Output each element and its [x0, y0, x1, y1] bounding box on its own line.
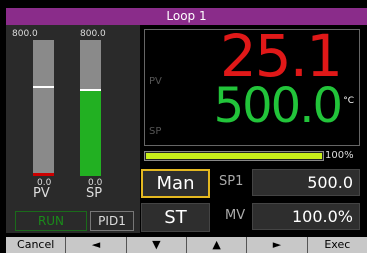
mv-value-field[interactable]: 100.0%: [252, 203, 360, 230]
pv-bargraph: [33, 40, 54, 176]
up-arrow-key[interactable]: ▲: [186, 237, 248, 253]
sp1-value-field[interactable]: 500.0: [252, 169, 360, 196]
function-key-bar: Cancel ◄ ▼ ▲ ► Exec: [6, 237, 367, 253]
sp-bar-fill: [80, 91, 101, 176]
sp-bargraph: [80, 40, 101, 176]
sp-value: 500.0: [213, 78, 343, 134]
cancel-key[interactable]: Cancel: [6, 237, 67, 253]
mode-manual-button[interactable]: Man: [141, 169, 210, 198]
sp-bar-max-label: 800.0: [80, 29, 106, 39]
exec-key[interactable]: Exec: [307, 237, 367, 253]
unit-label: °C: [343, 96, 354, 106]
value-display: PV 25.1 SP 500.0 °C: [144, 22, 360, 146]
pv-bar-fill: [33, 173, 54, 176]
pv-tag-label: PV: [149, 76, 162, 87]
pv-bar-background: [33, 40, 54, 176]
pid-indicator: PID1: [90, 211, 134, 231]
mv-output-bar: [144, 151, 324, 161]
sp-bar-marker: [80, 89, 101, 91]
mv-bar-percent-label: 100%: [325, 150, 354, 161]
down-arrow-key[interactable]: ▼: [126, 237, 187, 253]
run-status-indicator: RUN: [15, 211, 87, 231]
sp1-label: SP1: [219, 174, 244, 189]
pv-bar-max-label: 800.0: [12, 29, 38, 39]
sp-tag-label: SP: [149, 126, 162, 137]
left-arrow-key[interactable]: ◄: [66, 237, 127, 253]
mv-output-bar-fill: [146, 153, 322, 159]
mv-label: MV: [225, 208, 246, 223]
right-arrow-key[interactable]: ►: [247, 237, 308, 253]
pv-bar-name: PV: [33, 186, 50, 201]
pv-bar-marker: [33, 85, 54, 88]
bargraph-panel: [6, 25, 140, 233]
sp-bar-name: SP: [86, 186, 103, 201]
self-tune-button[interactable]: ST: [141, 203, 210, 232]
